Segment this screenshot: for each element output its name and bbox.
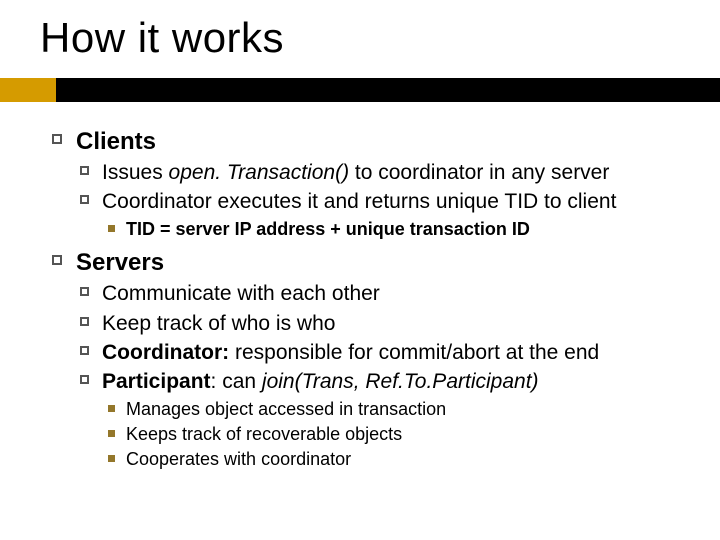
text: Issues [102, 161, 169, 184]
text-bold: TID = server IP address + unique transac… [126, 219, 530, 239]
list-item: Issues open. Transaction() to coordinato… [76, 159, 680, 186]
list-item: Keeps track of recoverable objects [102, 423, 680, 446]
list-item: Cooperates with coordinator [102, 448, 680, 471]
divider-bar [56, 78, 720, 102]
list-item: Manages object accessed in transaction [102, 398, 680, 421]
text: to coordinator in any server [349, 161, 609, 184]
list-item: Communicate with each other [76, 280, 680, 307]
text: : can [211, 370, 262, 393]
list-item: TID = server IP address + unique transac… [102, 218, 680, 241]
section-clients: Clients Issues open. Transaction() to co… [48, 126, 680, 241]
text: Communicate with each other [102, 282, 380, 305]
text: Keep track of who is who [102, 312, 335, 335]
list-item: Coordinator: responsible for commit/abor… [76, 339, 680, 366]
slide: How it works Clients Issues open. Transa… [0, 0, 720, 540]
text: Coordinator executes it and returns uniq… [102, 190, 616, 213]
text-bold: Coordinator: [102, 341, 229, 364]
text: responsible for commit/abort at the end [229, 341, 599, 364]
text: Manages object accessed in transaction [126, 399, 446, 419]
text: Keeps track of recoverable objects [126, 424, 402, 444]
slide-content: Clients Issues open. Transaction() to co… [48, 120, 680, 474]
accent-bar [0, 78, 56, 102]
list-item: Keep track of who is who [76, 310, 680, 337]
section-servers: Servers Communicate with each other Keep… [48, 247, 680, 472]
text: Cooperates with coordinator [126, 449, 351, 469]
text-bold: Participant [102, 370, 211, 393]
text-italic: open. Transaction() [169, 161, 350, 184]
section-heading: Servers [76, 249, 164, 276]
list-item: Participant: can join(Trans, Ref.To.Part… [76, 368, 680, 471]
list-item: Coordinator executes it and returns uniq… [76, 188, 680, 241]
slide-title: How it works [40, 14, 284, 62]
text-italic: join(Trans, Ref.To.Participant) [262, 370, 539, 393]
section-heading: Clients [76, 128, 156, 155]
